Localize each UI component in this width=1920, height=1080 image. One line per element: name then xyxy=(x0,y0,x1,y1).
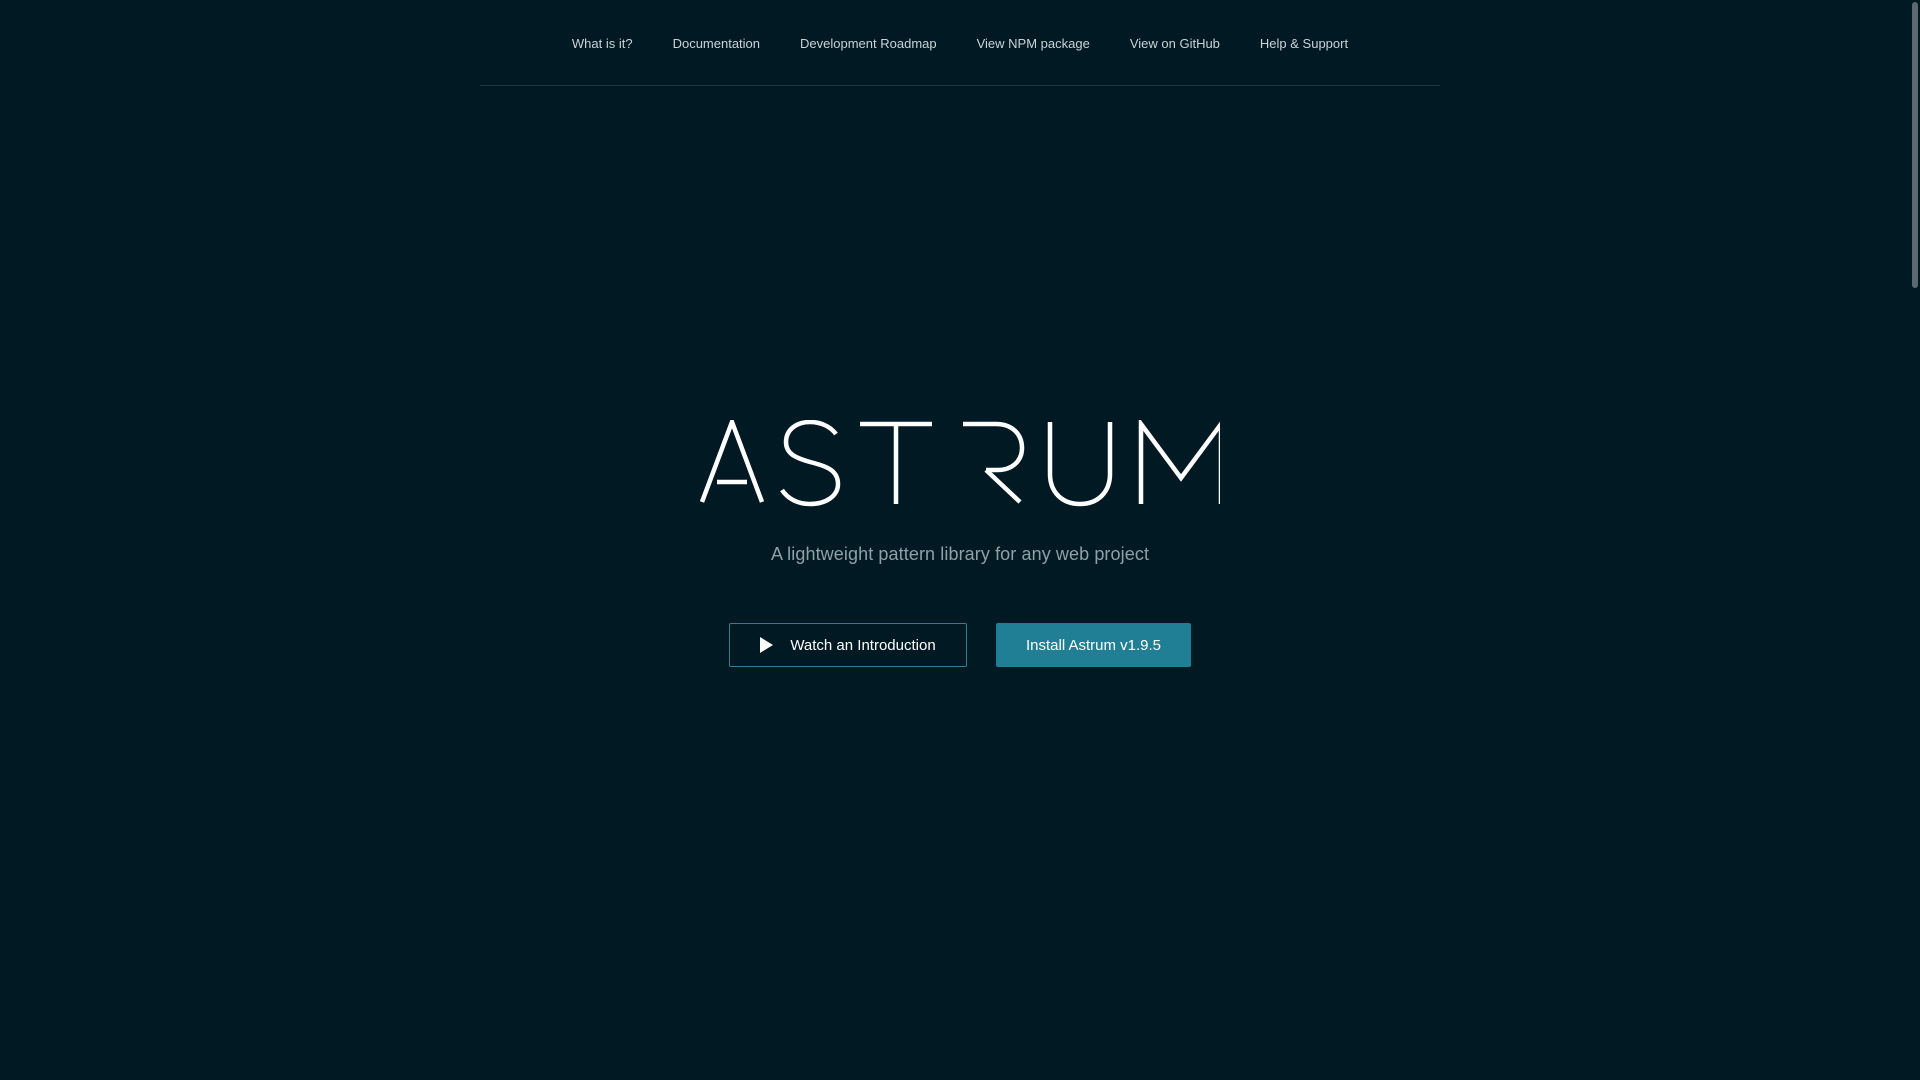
play-icon xyxy=(760,637,774,653)
page: What is it? Documentation Development Ro… xyxy=(0,0,1920,1080)
nav-link-documentation[interactable]: Documentation xyxy=(653,34,780,54)
hero-tagline: A lightweight pattern library for any we… xyxy=(770,544,1150,564)
nav-link-npm[interactable]: View NPM package xyxy=(957,34,1110,54)
hero-actions: Watch an Introduction Install Astrum v1.… xyxy=(729,623,1191,667)
top-navigation: What is it? Documentation Development Ro… xyxy=(480,0,1440,86)
watch-introduction-label: Watch an Introduction xyxy=(790,636,936,654)
nav-item-documentation: Documentation xyxy=(653,32,780,54)
astrum-logo xyxy=(700,420,1220,507)
nav-list: What is it? Documentation Development Ro… xyxy=(552,32,1368,54)
nav-item-what-is-it: What is it? xyxy=(552,32,653,54)
install-astrum-button[interactable]: Install Astrum v1.9.5 xyxy=(996,623,1191,667)
nav-link-help[interactable]: Help & Support xyxy=(1240,34,1368,54)
nav-item-npm: View NPM package xyxy=(957,32,1110,54)
watch-introduction-button[interactable]: Watch an Introduction xyxy=(729,623,967,667)
install-astrum-label: Install Astrum v1.9.5 xyxy=(1025,636,1162,654)
nav-link-what-is-it[interactable]: What is it? xyxy=(552,34,653,54)
nav-item-help: Help & Support xyxy=(1240,32,1368,54)
nav-link-github[interactable]: View on GitHub xyxy=(1110,34,1240,54)
nav-link-roadmap[interactable]: Development Roadmap xyxy=(780,34,957,54)
vertical-scrollbar[interactable] xyxy=(1910,0,1920,1080)
hero: A lightweight pattern library for any we… xyxy=(0,420,1920,667)
nav-item-roadmap: Development Roadmap xyxy=(780,32,957,54)
nav-item-github: View on GitHub xyxy=(1110,32,1240,54)
scrollbar-thumb[interactable] xyxy=(1912,2,1918,288)
